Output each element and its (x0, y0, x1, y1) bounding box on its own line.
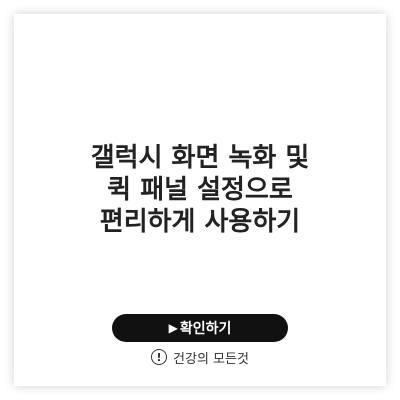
confirm-button[interactable]: ▶ 확인하기 (112, 314, 288, 342)
title-line-1: 갤럭시 화면 녹화 및 (90, 143, 310, 173)
footer-text: 건강의 모든것 (173, 351, 249, 367)
page-title: 갤럭시 화면 녹화 및 퀵 패널 설정으로 편리하게 사용하기 (0, 142, 400, 238)
title-line-3: 편리하게 사용하기 (99, 207, 301, 237)
confirm-button-label: 확인하기 (179, 321, 232, 337)
warning-circle-icon: ! (151, 349, 168, 365)
footer-brand: ! 건강의 모든것 (0, 346, 400, 368)
title-line-2: 퀵 패널 설정으로 (107, 175, 293, 205)
play-icon: ▶ (168, 321, 178, 335)
